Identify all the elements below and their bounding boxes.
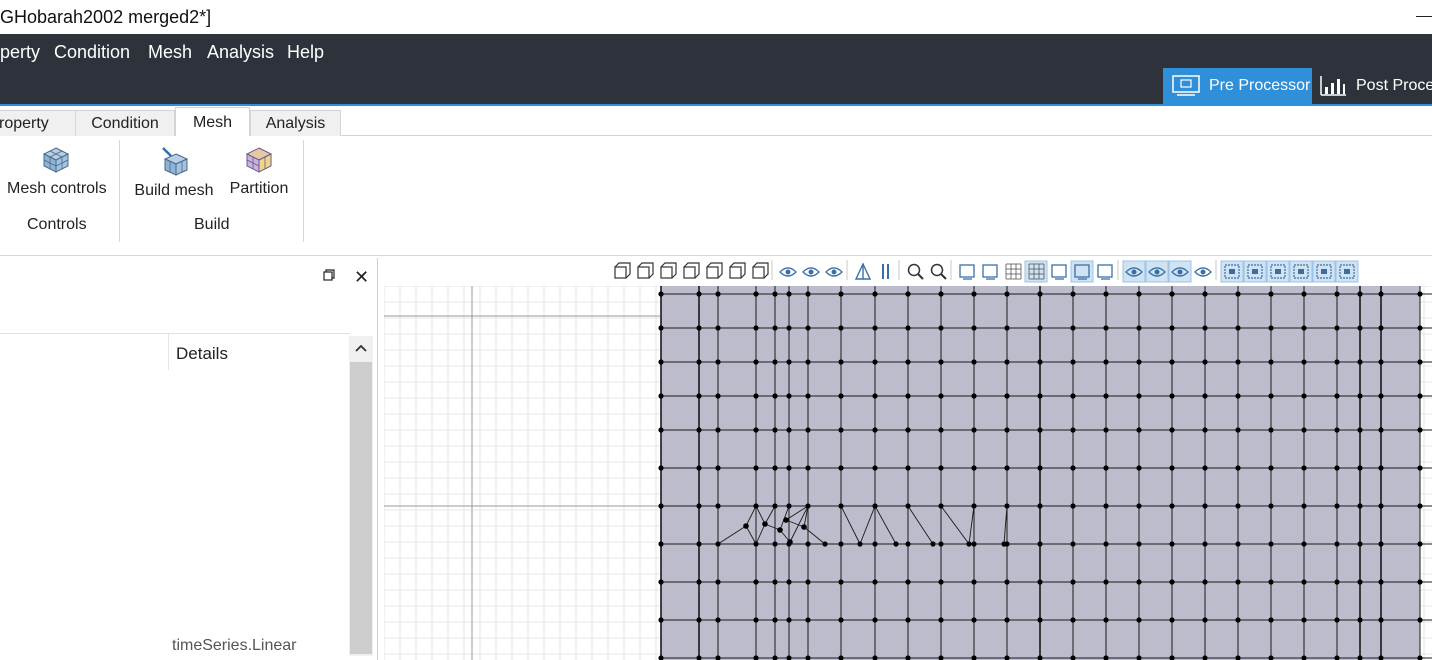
- mesh-canvas[interactable]: [384, 286, 1432, 660]
- panel-scrollbar[interactable]: [349, 336, 373, 656]
- mesh-controls-icon: [42, 147, 70, 173]
- filter-3-icon[interactable]: [1266, 260, 1290, 283]
- menu-analysis[interactable]: Analysis: [207, 42, 274, 63]
- window-title: GHobarah2002 merged2*]: [0, 7, 212, 27]
- restore-window-icon[interactable]: [323, 269, 335, 281]
- view-top-icon[interactable]: [729, 262, 746, 279]
- hide-all-icon[interactable]: [1194, 267, 1212, 277]
- filter-4-icon[interactable]: [1289, 260, 1313, 283]
- select-box-icon[interactable]: [1070, 260, 1094, 283]
- ribbon-group-separator: [119, 140, 120, 242]
- partition-icon: [245, 147, 273, 173]
- screenshot-icon[interactable]: [959, 264, 975, 280]
- partition-label: Partition: [229, 180, 289, 197]
- build-mesh-button[interactable]: Build mesh: [134, 146, 214, 200]
- scroll-up-icon[interactable]: [349, 336, 373, 360]
- view-bottom-icon[interactable]: [752, 262, 769, 279]
- close-icon[interactable]: ✕: [354, 268, 369, 286]
- grid-snap-icon[interactable]: [1024, 260, 1048, 283]
- menu-bar: perty Condition Mesh Analysis Help Pre P…: [0, 34, 1432, 106]
- model-tree-panel: ✕ Details timeSeries.Linear: [0, 258, 378, 660]
- grid-icon[interactable]: [1005, 263, 1022, 280]
- show-icon[interactable]: [779, 267, 797, 277]
- tab-property[interactable]: roperty: [0, 110, 76, 136]
- minimize-icon[interactable]: [1416, 16, 1432, 17]
- select-mode-icon[interactable]: [1097, 264, 1113, 280]
- filter-1-icon[interactable]: [1220, 260, 1244, 283]
- pre-processor-label: Pre Processor: [1209, 77, 1311, 94]
- eye-icon[interactable]: [802, 267, 820, 277]
- mesh-controls-label: Mesh controls: [7, 180, 107, 197]
- paint-icon[interactable]: [982, 264, 998, 280]
- ribbon-tabs: roperty Condition Mesh Analysis: [0, 106, 1432, 137]
- title-bar: GHobarah2002 merged2*]: [0, 0, 1432, 34]
- view-iso-icon[interactable]: [614, 262, 631, 279]
- panel-header-divider: [0, 333, 350, 334]
- mesh-controls-button[interactable]: Mesh controls: [7, 146, 107, 198]
- post-processor-icon: [1320, 76, 1346, 96]
- show-part-icon[interactable]: [1145, 260, 1169, 283]
- filter-5-icon[interactable]: [1312, 260, 1336, 283]
- pre-processor-button[interactable]: Pre Processor: [1163, 68, 1312, 104]
- show-mesh-icon[interactable]: [1168, 260, 1192, 283]
- post-processor-label: Post Proces: [1356, 77, 1432, 94]
- build-mesh-icon: [162, 147, 189, 176]
- viewport-toolbar: [614, 260, 1359, 283]
- tree-item-timeseries[interactable]: timeSeries.Linear: [172, 637, 297, 655]
- post-processor-button[interactable]: Post Proces: [1312, 68, 1432, 104]
- partition-button[interactable]: Partition: [228, 146, 290, 198]
- menu-property[interactable]: perty: [0, 42, 40, 63]
- zoom-icon[interactable]: [930, 263, 947, 280]
- view-left-icon[interactable]: [683, 262, 700, 279]
- hide-icon[interactable]: [825, 267, 843, 277]
- group-label-build: Build: [194, 216, 230, 233]
- column-separator[interactable]: [168, 334, 169, 370]
- group-label-controls: Controls: [27, 216, 87, 233]
- ribbon-body: Mesh controls Controls Build mesh Partit…: [0, 136, 1432, 256]
- perspective-icon[interactable]: [854, 262, 872, 280]
- details-column-header[interactable]: Details: [176, 344, 228, 364]
- tab-condition[interactable]: Condition: [75, 110, 175, 136]
- filter-6-icon[interactable]: [1335, 260, 1359, 283]
- menu-help[interactable]: Help: [287, 42, 324, 63]
- view-right-icon[interactable]: [706, 262, 723, 279]
- tab-analysis[interactable]: Analysis: [250, 110, 341, 136]
- scroll-thumb[interactable]: [350, 362, 372, 654]
- build-mesh-label: Build mesh: [134, 182, 214, 199]
- view-back-icon[interactable]: [660, 262, 677, 279]
- model-viewport[interactable]: [384, 258, 1432, 660]
- axes-icon[interactable]: [1051, 264, 1067, 280]
- view-front-icon[interactable]: [637, 262, 654, 279]
- tab-mesh[interactable]: Mesh: [175, 107, 250, 137]
- menu-condition[interactable]: Condition: [54, 42, 130, 63]
- ribbon-group-separator: [303, 140, 304, 242]
- split-icon[interactable]: [882, 264, 889, 279]
- show-all-icon[interactable]: [1122, 260, 1146, 283]
- filter-2-icon[interactable]: [1243, 260, 1267, 283]
- zoom-fit-icon[interactable]: [907, 263, 924, 280]
- pre-processor-icon: [1172, 75, 1200, 96]
- menu-mesh[interactable]: Mesh: [148, 42, 192, 63]
